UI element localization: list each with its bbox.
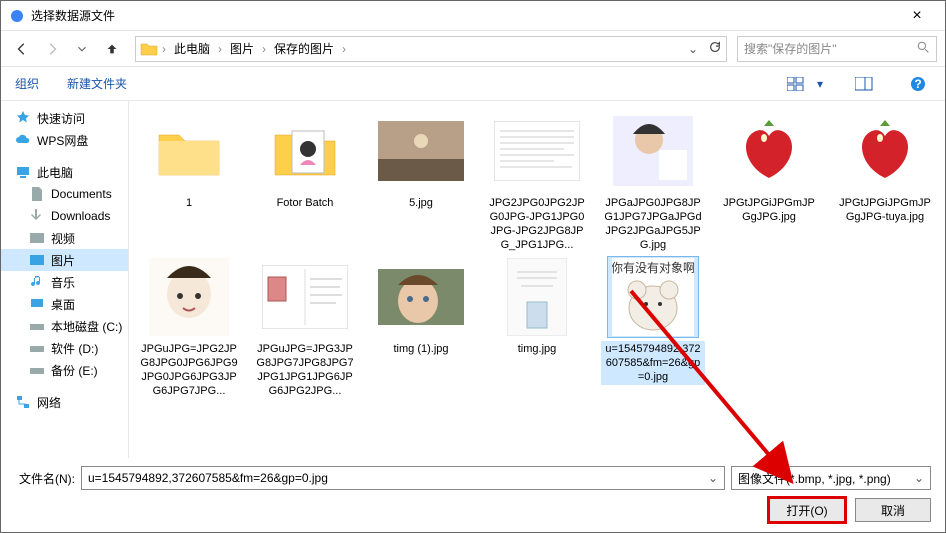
close-icon[interactable]: × [897, 1, 937, 31]
file-item[interactable]: JPGaJPG0JPG8JPG1JPG7JPGaJPGdJPG2JPGaJPG5… [599, 111, 707, 253]
sidebar-pictures[interactable]: 图片 [1, 249, 128, 271]
video-icon [29, 230, 45, 246]
app-icon [9, 8, 25, 24]
back-button[interactable] [9, 36, 35, 62]
filetype-filter[interactable]: 图像文件(*.bmp, *.jpg, *.png) ⌄ [731, 466, 931, 490]
network-icon [15, 394, 31, 410]
folder-thumb-icon [260, 111, 350, 191]
cloud-icon [15, 132, 31, 148]
desktop-icon [29, 296, 45, 312]
navbar: › 此电脑 › 图片 › 保存的图片 › ⌄ 搜索"保存的图片" [1, 31, 945, 67]
drive-icon [29, 362, 45, 378]
file-item[interactable]: timg.jpg [483, 257, 591, 399]
file-item[interactable]: JPGuJPG=JPG3JPG8JPG7JPG8JPG7JPG1JPG1JPG6… [251, 257, 359, 399]
sidebar-videos[interactable]: 视频 [1, 227, 128, 249]
help-button[interactable]: ? [905, 73, 931, 95]
folder-icon [140, 40, 158, 58]
sidebar-network[interactable]: 网络 [1, 391, 128, 413]
file-item[interactable]: 5.jpg [367, 111, 475, 253]
image-thumb [840, 111, 930, 191]
view-mode-button[interactable] [783, 73, 809, 95]
sidebar-documents[interactable]: Documents [1, 183, 128, 205]
chevron-right-icon: › [342, 42, 346, 56]
sidebar-wps[interactable]: WPS网盘 [1, 129, 128, 151]
file-item[interactable]: JPG2JPG0JPG2JPG0JPG-JPG1JPG0JPG-JPG2JPG8… [483, 111, 591, 253]
thumb-caption-text: 你有没有对象啊 [612, 260, 694, 275]
document-icon [29, 186, 45, 202]
chevron-down-icon[interactable]: ⌄ [708, 471, 718, 485]
filename-value: u=1545794892,372607585&fm=26&gp=0.jpg [88, 471, 328, 485]
image-thumb [492, 257, 582, 337]
svg-text:?: ? [914, 77, 921, 91]
pc-icon [15, 164, 31, 180]
organize-menu[interactable]: 组织 [15, 75, 39, 92]
image-thumb [144, 257, 234, 337]
toolbar: 组织 新建文件夹 ▾ ? [1, 67, 945, 101]
image-thumb [376, 111, 466, 191]
sidebar-drive-e[interactable]: 备份 (E:) [1, 359, 128, 381]
preview-pane-button[interactable] [851, 73, 877, 95]
sidebar-local-disk[interactable]: 本地磁盘 (C:) [1, 315, 128, 337]
file-list[interactable]: 1 Fotor Batch 5.jpg JPG2JPG0JPG2JPG0JPG-… [129, 101, 945, 458]
image-thumb [608, 111, 698, 191]
crumb-pc[interactable]: 此电脑 [170, 40, 214, 57]
forward-button[interactable] [39, 36, 65, 62]
search-placeholder: 搜索"保存的图片" [744, 40, 917, 57]
file-item-selected[interactable]: 你有没有对象啊 u=1545794892,372607585&fm=26&gp=… [599, 257, 707, 399]
search-icon [917, 41, 930, 57]
file-item[interactable]: JPGuJPG=JPG2JPG8JPG0JPG6JPG9JPG0JPG6JPG3… [135, 257, 243, 399]
drive-icon [29, 340, 45, 356]
sidebar-this-pc[interactable]: 此电脑 [1, 161, 128, 183]
new-folder-button[interactable]: 新建文件夹 [67, 75, 127, 92]
recent-dropdown[interactable] [69, 36, 95, 62]
drive-icon [29, 318, 45, 334]
sidebar: 快速访问 WPS网盘 此电脑 Documents Downloads 视频 图片… [1, 101, 129, 458]
crumb-pictures[interactable]: 图片 [226, 40, 258, 57]
download-icon [29, 208, 45, 224]
sidebar-desktop[interactable]: 桌面 [1, 293, 128, 315]
folder-item[interactable]: Fotor Batch [251, 111, 359, 253]
crumb-saved[interactable]: 保存的图片 [270, 40, 338, 57]
sidebar-downloads[interactable]: Downloads [1, 205, 128, 227]
chevron-down-icon[interactable]: ⌄ [688, 42, 698, 56]
cancel-button[interactable]: 取消 [855, 498, 931, 522]
chevron-down-icon[interactable]: ⌄ [914, 471, 924, 485]
image-thumb [376, 257, 466, 337]
window-title: 选择数据源文件 [31, 7, 897, 24]
image-thumb [492, 111, 582, 191]
star-icon [15, 110, 31, 126]
image-thumb: 你有没有对象啊 [608, 257, 698, 337]
filename-input[interactable]: u=1545794892,372607585&fm=26&gp=0.jpg ⌄ [81, 466, 725, 490]
file-item[interactable]: JPGtJPGiJPGmJPGgJPG.jpg [715, 111, 823, 253]
open-button[interactable]: 打开(O) [769, 498, 845, 522]
folder-icon [144, 111, 234, 191]
folder-item[interactable]: 1 [135, 111, 243, 253]
file-item[interactable]: timg (1).jpg [367, 257, 475, 399]
file-item[interactable]: JPGtJPGiJPGmJPGgJPG-tuya.jpg [831, 111, 939, 253]
main: 快速访问 WPS网盘 此电脑 Documents Downloads 视频 图片… [1, 101, 945, 458]
up-button[interactable] [99, 36, 125, 62]
filter-text: 图像文件(*.bmp, *.jpg, *.png) [738, 470, 891, 487]
picture-icon [29, 252, 45, 268]
image-thumb [724, 111, 814, 191]
chevron-right-icon: › [162, 42, 166, 56]
bottom-panel: 文件名(N): u=1545794892,372607585&fm=26&gp=… [1, 458, 945, 532]
refresh-icon[interactable] [708, 40, 722, 57]
sidebar-quick-access[interactable]: 快速访问 [1, 107, 128, 129]
filename-label: 文件名(N): [15, 470, 75, 487]
image-thumb [260, 257, 350, 337]
chevron-right-icon: › [218, 42, 222, 56]
search-input[interactable]: 搜索"保存的图片" [737, 36, 937, 62]
sidebar-music[interactable]: 音乐 [1, 271, 128, 293]
sidebar-drive-d[interactable]: 软件 (D:) [1, 337, 128, 359]
chevron-down-icon[interactable]: ▾ [817, 77, 823, 91]
address-bar[interactable]: › 此电脑 › 图片 › 保存的图片 › ⌄ [135, 36, 727, 62]
music-icon [29, 274, 45, 290]
titlebar: 选择数据源文件 × [1, 1, 945, 31]
chevron-right-icon: › [262, 42, 266, 56]
